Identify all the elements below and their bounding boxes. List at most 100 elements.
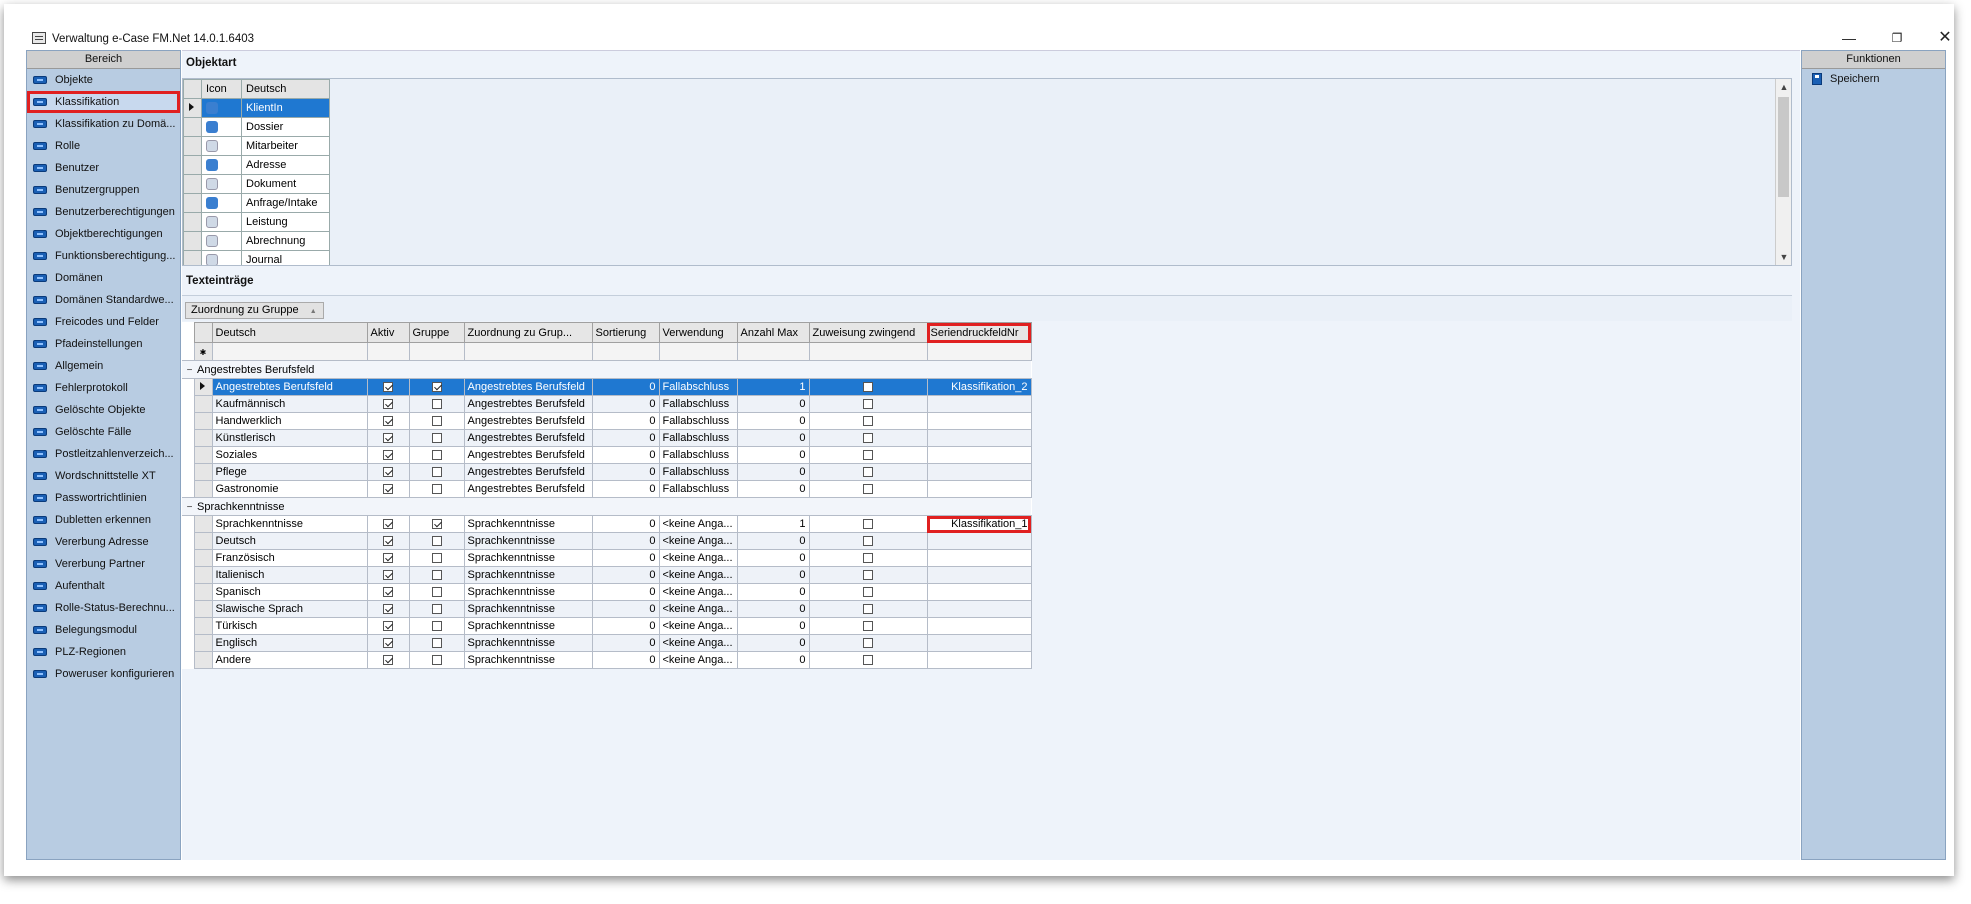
restore-button[interactable]: ❐	[1882, 28, 1912, 48]
row-selector[interactable]	[183, 136, 202, 156]
row-selector[interactable]	[193, 532, 213, 550]
group-row[interactable]: − Angestrebtes Berufsfeld	[182, 360, 1031, 379]
bereich-item[interactable]: Aufenthalt	[27, 575, 180, 597]
objektart-row[interactable]: Anfrage/Intake	[183, 193, 330, 213]
column-header-gruppe[interactable]: Gruppe	[408, 322, 465, 343]
aktiv-checkbox[interactable]	[383, 604, 393, 615]
table-row[interactable]: Soziales Angestrebtes Berufsfeld 0 Fallabsc…	[182, 446, 1032, 464]
bereich-item[interactable]: Dubletten erkennen	[27, 509, 180, 531]
gruppe-checkbox[interactable]	[431, 416, 442, 427]
aktiv-checkbox[interactable]	[383, 399, 393, 410]
row-selector[interactable]	[193, 480, 213, 498]
column-header-deutsch[interactable]: Deutsch	[241, 79, 330, 99]
filter-cell-anzahl-max[interactable]	[736, 342, 810, 361]
row-selector[interactable]	[193, 463, 213, 481]
aktiv-checkbox[interactable]	[383, 519, 393, 530]
table-row[interactable]: Deutsch Sprachkenntnisse 0 <keine Anga... 0	[182, 532, 1032, 550]
bereich-item[interactable]: Postleitzahlenverzeich...	[27, 443, 180, 465]
row-selector[interactable]	[183, 155, 202, 175]
zwingend-checkbox[interactable]	[863, 621, 873, 632]
gruppe-checkbox[interactable]	[431, 604, 442, 615]
bereich-item[interactable]: Allgemein	[27, 355, 180, 377]
collapse-icon[interactable]: −	[185, 365, 194, 376]
group-header[interactable]: − Sprachkenntnisse	[182, 497, 1031, 516]
zwingend-checkbox[interactable]	[863, 570, 873, 581]
bereich-item[interactable]: Gelöschte Objekte	[27, 399, 180, 421]
row-selector[interactable]	[193, 446, 213, 464]
table-row[interactable]: Angestrebtes Berufsfeld Angestrebtes Beru…	[182, 378, 1032, 396]
gruppe-checkbox[interactable]	[431, 433, 442, 444]
scroll-down-icon[interactable]: ▼	[1776, 249, 1791, 265]
aktiv-checkbox[interactable]	[383, 484, 393, 495]
objektart-row[interactable]: Adresse	[183, 155, 330, 175]
objektart-row[interactable]: Dokument	[183, 174, 330, 194]
bereich-item[interactable]: Freicodes und Felder	[27, 311, 180, 333]
aktiv-checkbox[interactable]	[383, 553, 393, 564]
aktiv-checkbox[interactable]	[383, 433, 393, 444]
row-selector[interactable]	[183, 117, 202, 137]
gruppe-checkbox[interactable]	[431, 519, 442, 530]
column-header-anzahl-max[interactable]: Anzahl Max	[736, 322, 810, 343]
group-header[interactable]: − Angestrebtes Berufsfeld	[182, 360, 1031, 379]
table-row[interactable]: Gastronomie Angestrebtes Berufsfeld 0 Falla…	[182, 480, 1032, 498]
row-selector[interactable]	[183, 212, 202, 232]
bereich-item[interactable]: Funktionsberechtigung...	[27, 245, 180, 267]
bereich-item[interactable]: Pfadeinstellungen	[27, 333, 180, 355]
gruppe-checkbox[interactable]	[431, 655, 442, 666]
objektart-row[interactable]: KlientIn	[183, 98, 330, 118]
table-row[interactable]: Künstlerisch Angestrebtes Berufsfeld 0 Fall…	[182, 429, 1032, 447]
zwingend-checkbox[interactable]	[863, 399, 873, 410]
row-selector[interactable]	[193, 651, 213, 669]
bereich-item[interactable]: Poweruser konfigurieren	[27, 663, 180, 685]
table-row[interactable]: Andere Sprachkenntnisse 0 <keine Anga... 0	[182, 651, 1032, 669]
bereich-item[interactable]: PLZ-Regionen	[27, 641, 180, 663]
gruppe-checkbox[interactable]	[431, 484, 442, 495]
zwingend-checkbox[interactable]	[863, 519, 873, 530]
row-selector[interactable]	[183, 193, 202, 213]
row-selector[interactable]	[183, 250, 202, 265]
zwingend-checkbox[interactable]	[863, 655, 873, 666]
bereich-item[interactable]: Vererbung Adresse	[27, 531, 180, 553]
zwingend-checkbox[interactable]	[863, 587, 873, 598]
objektart-row[interactable]: Dossier	[183, 117, 330, 137]
table-row[interactable]: Pflege Angestrebtes Berufsfeld 0 Fallabschl…	[182, 463, 1032, 481]
bereich-item[interactable]: Klassifikation	[27, 91, 180, 113]
bereich-item[interactable]: Benutzerberechtigungen	[27, 201, 180, 223]
row-selector[interactable]	[193, 566, 213, 584]
objektart-scrollbar[interactable]: ▲ ▼	[1775, 79, 1791, 265]
row-selector[interactable]	[183, 98, 202, 118]
filter-cell-verwendung[interactable]	[658, 342, 738, 361]
row-selector[interactable]	[183, 231, 202, 251]
zwingend-checkbox[interactable]	[863, 553, 873, 564]
gruppe-checkbox[interactable]	[431, 621, 442, 632]
table-row[interactable]: Französisch Sprachkenntnisse 0 <keine Anga.…	[182, 549, 1032, 567]
table-row[interactable]: Slawische Sprach Sprachkenntnisse 0 <keine …	[182, 600, 1032, 618]
aktiv-checkbox[interactable]	[383, 382, 393, 393]
table-row[interactable]: Kaufmännisch Angestrebtes Berufsfeld 0 Fall…	[182, 395, 1032, 413]
bereich-item[interactable]: Rolle	[27, 135, 180, 157]
gruppe-checkbox[interactable]	[431, 638, 442, 649]
table-row[interactable]: Spanisch Sprachkenntnisse 0 <keine Anga... 0	[182, 583, 1032, 601]
table-row[interactable]: Italienisch Sprachkenntnisse 0 <keine Anga.…	[182, 566, 1032, 584]
group-by-chip[interactable]: Zuordnung zu Gruppe	[185, 302, 324, 319]
row-selector[interactable]	[193, 429, 213, 447]
column-header-deutsch[interactable]: Deutsch	[211, 322, 368, 343]
objektart-row[interactable]: Leistung	[183, 212, 330, 232]
bereich-item[interactable]: Klassifikation zu Domä...	[27, 113, 180, 135]
column-header-zuweisung-zwingend[interactable]: Zuweisung zwingend	[808, 322, 928, 343]
objektart-row[interactable]: Mitarbeiter	[183, 136, 330, 156]
save-button[interactable]: Speichern	[1802, 69, 1945, 89]
zwingend-checkbox[interactable]	[863, 467, 873, 478]
column-header-sortierung[interactable]: Sortierung	[591, 322, 660, 343]
column-header-icon[interactable]: Icon	[201, 79, 242, 99]
bereich-item[interactable]: Rolle-Status-Berechnu...	[27, 597, 180, 619]
group-row[interactable]: − Sprachkenntnisse	[182, 497, 1031, 516]
row-selector[interactable]	[193, 378, 213, 396]
bereich-item[interactable]: Belegungsmodul	[27, 619, 180, 641]
zwingend-checkbox[interactable]	[863, 450, 873, 461]
row-selector[interactable]	[193, 600, 213, 618]
bereich-item[interactable]: Passwortrichtlinien	[27, 487, 180, 509]
gruppe-checkbox[interactable]	[431, 450, 442, 461]
row-selector[interactable]	[193, 634, 213, 652]
row-selector[interactable]	[183, 174, 202, 194]
